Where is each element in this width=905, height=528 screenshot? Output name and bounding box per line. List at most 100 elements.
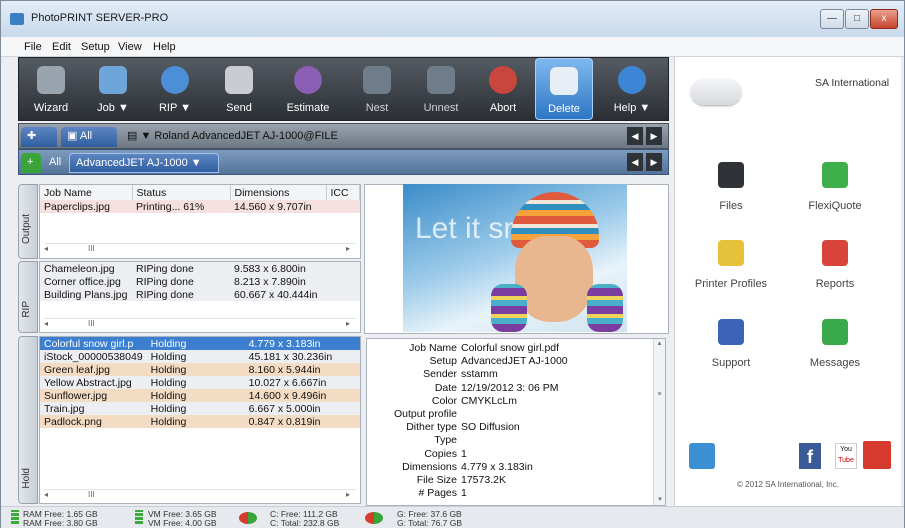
detail-row: Output profile (367, 408, 657, 421)
hold-queue-panel: Colorful snow girl.p Holding 4.779 x 3.183… (39, 336, 361, 504)
youtube-icon[interactable]: You Tube (835, 443, 857, 469)
shortcut-label: Support (711, 357, 751, 369)
col-job-name[interactable]: Job Name (40, 185, 133, 200)
output-hscroll[interactable]: ◂ III ▸ (44, 243, 356, 255)
printer-tab-bar: ✚ ▣ All ▤ ▼ Roland AdvancedJET AJ-1000@F… (18, 123, 669, 149)
rip-hscroll[interactable]: ◂ III ▸ (44, 318, 356, 330)
job-preview-image: Let it snow! (403, 184, 627, 332)
settings-gear-icon[interactable] (689, 443, 715, 469)
estimate-gauge-icon (294, 66, 322, 94)
table-row[interactable]: Paperclips.jpg Printing... 61% 14.560 x 9.… (40, 200, 360, 213)
toolbar-button-abort[interactable]: Abort (475, 58, 531, 120)
copyright-text: © 2012 SA International, Inc. (737, 480, 839, 489)
table-row[interactable]: Train.jpg Holding 6.667 x 5.000in (40, 402, 360, 415)
table-row[interactable]: Chameleon.jpg RIPing done 9.583 x 6.800in (40, 262, 360, 275)
scroll-thumb: III (88, 490, 95, 499)
job-name-cell: Paperclips.jpg (40, 200, 132, 213)
shortcut-flexiquote[interactable]: FlexiQuote (785, 162, 885, 212)
detail-row: Setup AdvancedJET AJ-1000 (367, 355, 657, 368)
output-table: Job Name Status Dimensions ICC Paperclip… (40, 185, 360, 213)
toolbar-button-help[interactable]: Help ▼ (599, 58, 665, 120)
job-folder-icon (99, 66, 127, 94)
shortcut-support[interactable]: Support (681, 319, 781, 369)
table-row[interactable]: iStock_00000538049 Holding 45.181 x 30.236… (40, 350, 360, 363)
all-queues-tab[interactable]: All (43, 153, 67, 173)
scroll-right-icon: ▸ (345, 319, 350, 328)
status-cell: Printing... 61% (132, 200, 230, 213)
menu-help[interactable]: Help (153, 41, 176, 53)
toolbar-button-estimate[interactable]: Estimate (273, 58, 343, 120)
menu-view[interactable]: View (118, 41, 142, 53)
toolbar-button-rip[interactable]: RIP ▼ (145, 58, 205, 120)
job-details-panel: ▴ ≡ ▾ Job Name Colorful snow girl.pdf Setup A… (366, 338, 666, 506)
detail-key: Setup (429, 355, 457, 368)
close-button[interactable]: x (870, 9, 898, 29)
table-row[interactable]: Sunflower.jpg Holding 14.600 x 9.496in (40, 389, 360, 402)
scroll-left-button[interactable]: ◀ (627, 127, 643, 145)
toolbar-button-unnest[interactable]: Unnest (411, 58, 471, 120)
toolbar-button-nest[interactable]: Nest (347, 58, 407, 120)
queue-scroll-left-button[interactable]: ◀ (627, 153, 643, 171)
toolbar-label: Help ▼ (613, 102, 651, 114)
toolbar-button-wizard[interactable]: Wizard (21, 58, 81, 120)
col-icc[interactable]: ICC (326, 185, 360, 200)
printer-tab[interactable]: ▤ ▼ Roland AdvancedJET AJ-1000@FILE (121, 127, 381, 147)
menu-setup[interactable]: Setup (81, 41, 110, 53)
chevron-down-icon: ▼ (190, 157, 202, 169)
detail-key: Copies (424, 447, 457, 460)
right-panel: SA International Files FlexiQuote Printer … (674, 57, 901, 506)
dimensions-cell: 8.213 x 7.890in (230, 275, 326, 288)
minimize-button[interactable]: — (820, 9, 844, 29)
detail-key: Type (434, 434, 457, 447)
job-name-cell: Chameleon.jpg (40, 262, 132, 275)
toolbar-label: Unnest (423, 102, 459, 114)
maximize-button[interactable]: □ (845, 9, 869, 29)
menu-file[interactable]: File (24, 41, 42, 53)
detail-key: Color (431, 394, 457, 407)
toolbar-button-job[interactable]: Job ▼ (83, 58, 143, 120)
shortcut-label: FlexiQuote (808, 200, 862, 212)
add-printer-tab[interactable]: ✚ (21, 127, 57, 147)
shopping-cart-icon[interactable] (863, 441, 891, 469)
add-queue-button[interactable]: + (21, 153, 41, 173)
all-printers-tab[interactable]: ▣ All (61, 127, 117, 147)
toolbar-label: Wizard (33, 102, 69, 114)
tab-output[interactable]: Output (18, 184, 38, 259)
shortcut-printer-profiles[interactable]: Printer Profiles (681, 240, 781, 290)
hold-hscroll[interactable]: ◂ III ▸ (44, 489, 356, 501)
icc-cell (340, 389, 360, 402)
table-row[interactable]: Building Plans.jpg RIPing done 60.667 x 40… (40, 288, 360, 301)
flexiquote-icon (822, 162, 848, 188)
table-row[interactable]: Yellow Abstract.jpg Holding 10.027 x 6.667… (40, 376, 360, 389)
toolbar-button-send[interactable]: Send (209, 58, 269, 120)
facebook-icon[interactable]: f (799, 443, 821, 469)
detail-row: Date 12/19/2012 3: 06 PM (367, 382, 657, 395)
job-name-cell: Train.jpg (40, 402, 147, 415)
queue-tab[interactable]: AdvancedJET AJ-1000 ▼ (69, 153, 219, 173)
table-row[interactable]: Padlock.png Holding 0.847 x 0.819in (40, 415, 360, 428)
detail-value: 1 (461, 487, 467, 500)
tab-hold[interactable]: Hold (18, 336, 38, 504)
icc-cell (340, 350, 360, 363)
tab-rip[interactable]: RIP (18, 261, 38, 333)
detail-row: # Pages 1 (367, 487, 657, 500)
shortcut-messages[interactable]: Messages (785, 319, 885, 369)
icc-cell (340, 363, 360, 376)
table-row[interactable]: Corner office.jpg RIPing done 8.213 x 7.89… (40, 275, 360, 288)
table-row[interactable]: Green leaf.jpg Holding 8.160 x 5.944in (40, 363, 360, 376)
status-cell: RIPing done (132, 275, 230, 288)
scroll-thumb: III (88, 319, 95, 328)
queue-tab-bar: + All AdvancedJET AJ-1000 ▼ ◀ ▶ (18, 149, 669, 175)
table-row[interactable]: Colorful snow girl.p Holding 4.779 x 3.183… (40, 337, 360, 350)
brand-label: SA International (815, 77, 890, 89)
scroll-right-button[interactable]: ▶ (646, 127, 662, 145)
menu-bar: File Edit Setup View Help (1, 37, 904, 57)
toolbar-button-delete[interactable]: Delete (535, 58, 593, 120)
queue-scroll-right-button[interactable]: ▶ (646, 153, 662, 171)
col-status[interactable]: Status (132, 185, 231, 200)
menu-edit[interactable]: Edit (52, 41, 71, 53)
shortcut-files[interactable]: Files (681, 162, 781, 212)
col-dimensions[interactable]: Dimensions (230, 185, 327, 200)
status-bar: RAM Free: 1.65 GB RAM Free: 3.80 GB VM Fr… (1, 506, 904, 528)
shortcut-reports[interactable]: Reports (785, 240, 885, 290)
